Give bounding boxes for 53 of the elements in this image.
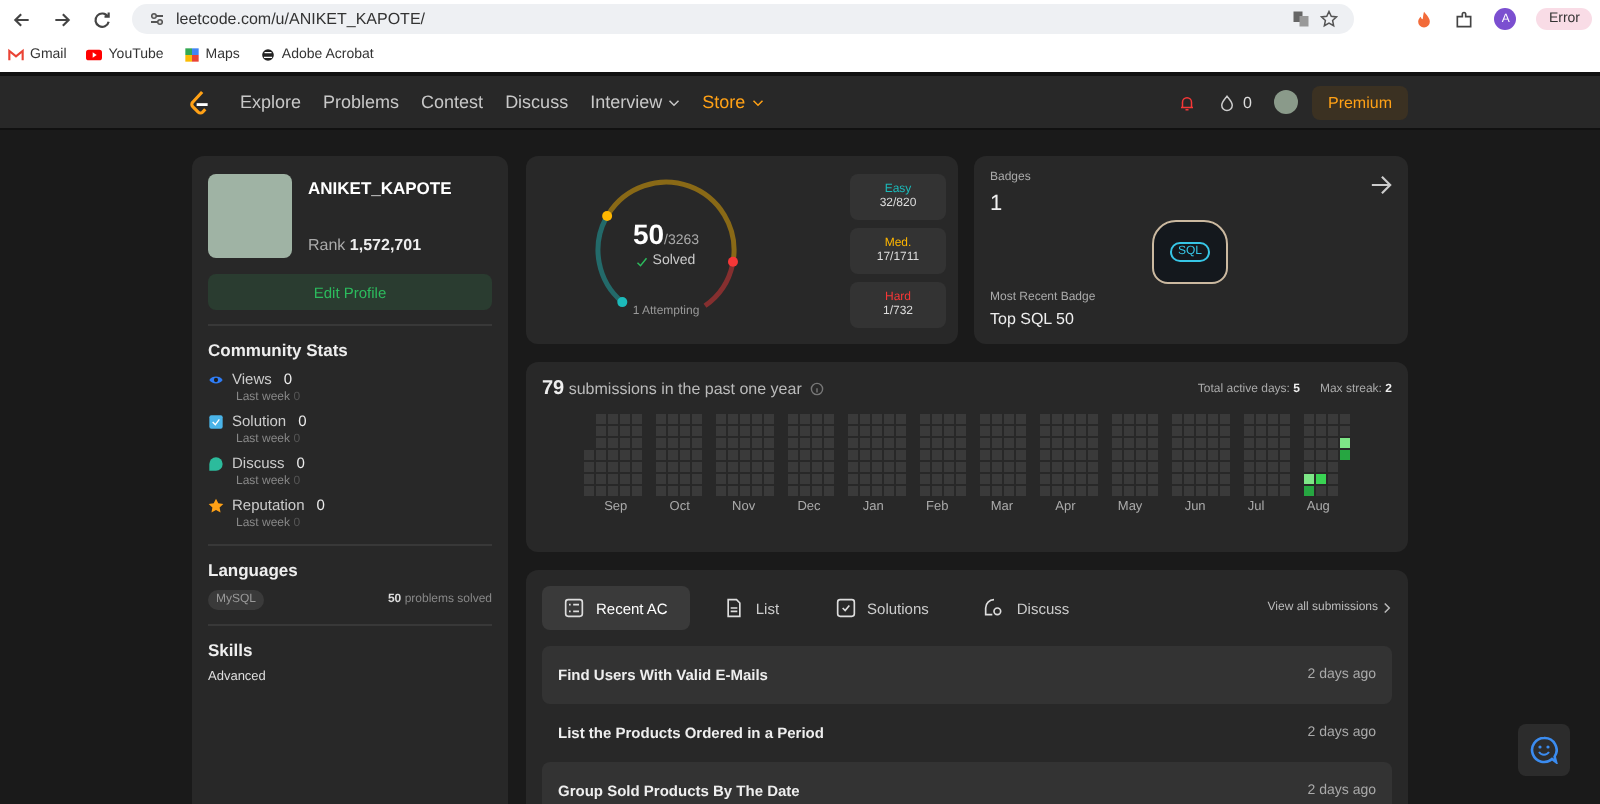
check-icon <box>636 255 649 267</box>
translate-icon[interactable] <box>1292 10 1311 28</box>
address-bar[interactable]: leetcode.com/u/ANIKET_KAPOTE/ <box>132 4 1355 34</box>
eye-icon <box>208 371 224 387</box>
nav-link[interactable]: Store <box>702 92 764 112</box>
map-icon <box>183 48 200 62</box>
nav-link[interactable]: Problems <box>323 92 400 112</box>
nav-link[interactable]: Discuss <box>505 92 569 112</box>
checklist-icon <box>564 598 584 618</box>
chevron-right-icon[interactable] <box>1382 602 1392 614</box>
section-title: Community Stats <box>208 340 350 360</box>
feedback-chat-button[interactable] <box>1518 724 1570 776</box>
star-icon[interactable] <box>1320 10 1339 28</box>
recent-badge-name: Top SQL 50 <box>990 310 1074 328</box>
play-icon <box>86 48 103 62</box>
star-icon <box>208 497 224 513</box>
section-title: Languages <box>208 560 300 580</box>
checkbox-icon <box>208 413 224 429</box>
rank-value: 1,572,701 <box>349 236 422 254</box>
reload-icon[interactable] <box>92 9 112 29</box>
info-icon[interactable] <box>809 382 824 396</box>
bell-icon[interactable] <box>1177 93 1196 111</box>
chat-bubble-icon <box>208 455 224 471</box>
site-settings-icon[interactable] <box>148 10 166 28</box>
user-avatar[interactable] <box>1273 90 1298 114</box>
solved-count: 50 <box>632 218 665 250</box>
globe-icon <box>259 48 276 62</box>
nav-link[interactable]: Contest <box>421 92 484 112</box>
chat-search-icon <box>984 598 1005 618</box>
back-icon[interactable] <box>12 9 32 29</box>
arrow-right-icon[interactable] <box>1370 174 1392 196</box>
submissions-label: submissions in the past one year <box>568 380 802 398</box>
streak-count: 0 <box>1243 93 1252 111</box>
logo-icon[interactable] <box>188 89 210 115</box>
drop-icon[interactable] <box>1217 93 1236 111</box>
flame-icon[interactable] <box>1414 9 1435 29</box>
mail-icon <box>8 48 24 62</box>
submission-count: 79 <box>542 378 565 400</box>
premium-button[interactable]: Premium <box>1311 85 1408 119</box>
nav-link[interactable]: Explore <box>240 92 302 112</box>
checkbox-icon <box>835 598 856 618</box>
forward-icon[interactable] <box>52 9 72 29</box>
nav-link[interactable]: Interview <box>590 92 681 112</box>
chevron-down-icon <box>668 97 681 107</box>
chevron-down-icon <box>751 97 764 107</box>
smiley-chat-icon <box>1530 736 1558 764</box>
badge-count: 1 <box>990 192 1003 216</box>
username: ANIKET_KAPOTE <box>308 178 452 198</box>
photo-placeholder <box>208 174 292 258</box>
extensions-icon[interactable] <box>1454 9 1475 29</box>
document-icon <box>723 598 744 618</box>
section-title: Skills <box>208 640 255 660</box>
rank-label: Rank <box>308 236 346 254</box>
